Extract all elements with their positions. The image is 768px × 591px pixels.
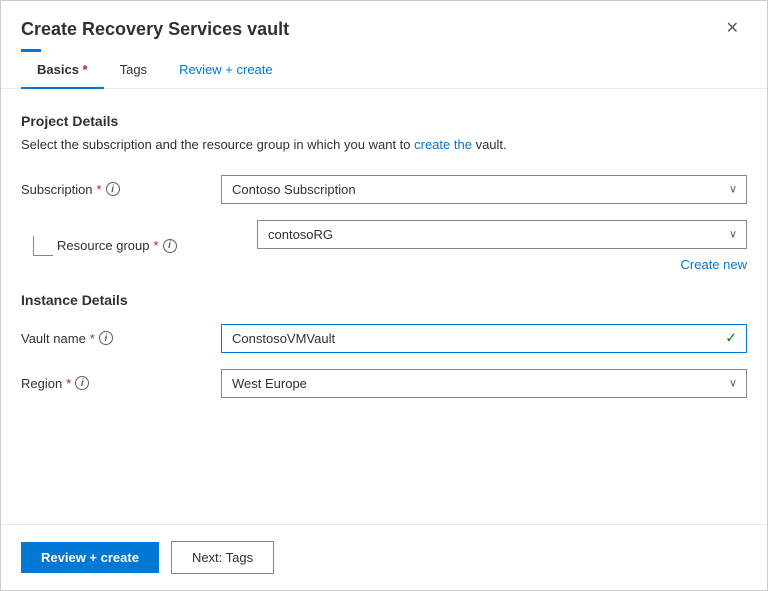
next-tags-button[interactable]: Next: Tags	[171, 541, 274, 574]
dialog-header: Create Recovery Services vault ✕	[1, 1, 767, 49]
rg-required: *	[154, 238, 159, 253]
tab-tags[interactable]: Tags	[104, 52, 163, 89]
close-icon: ✕	[726, 20, 739, 37]
resource-group-select-wrapper: contosoRG ∨	[257, 220, 747, 249]
close-button[interactable]: ✕	[718, 17, 747, 41]
subscription-info-icon[interactable]: i	[106, 182, 120, 196]
subscription-label: Subscription * i	[21, 182, 221, 197]
region-required: *	[66, 376, 71, 391]
subscription-control: Contoso Subscription ∨	[221, 175, 747, 204]
vault-required: *	[90, 331, 95, 346]
subscription-select-wrapper: Contoso Subscription ∨	[221, 175, 747, 204]
vault-name-control: ✓	[221, 324, 747, 353]
subscription-required: *	[97, 182, 102, 197]
dialog-title: Create Recovery Services vault	[21, 19, 289, 40]
create-dialog: Create Recovery Services vault ✕ Basics …	[0, 0, 768, 591]
tab-basics[interactable]: Basics *	[21, 52, 104, 89]
form-content: Project Details Select the subscription …	[1, 89, 767, 524]
highlight-text: create the	[414, 137, 472, 152]
dialog-footer: Review + create Next: Tags	[1, 524, 767, 590]
region-control: West Europe ∨	[221, 369, 747, 398]
vault-name-label: Vault name * i	[21, 331, 221, 346]
resource-group-indent: Resource group * i	[21, 236, 257, 256]
tab-review-label: Review + create	[179, 62, 273, 77]
subscription-select[interactable]: Contoso Subscription	[221, 175, 747, 204]
tab-review-create[interactable]: Review + create	[163, 52, 289, 89]
resource-group-row: Resource group * i contosoRG ∨ Create ne…	[21, 220, 747, 272]
tab-tags-label: Tags	[120, 62, 147, 77]
vault-name-row: Vault name * i ✓	[21, 324, 747, 353]
vault-name-check-icon: ✓	[725, 330, 737, 347]
resource-group-label: Resource group * i	[57, 238, 257, 253]
rg-info-icon[interactable]: i	[163, 239, 177, 253]
region-info-icon[interactable]: i	[75, 376, 89, 390]
vault-name-input-wrapper: ✓	[221, 324, 747, 353]
tab-basics-label: Basics	[37, 62, 79, 77]
project-details-heading: Project Details	[21, 113, 747, 129]
resource-group-control: contosoRG ∨ Create new	[257, 220, 747, 272]
instance-details-heading: Instance Details	[21, 292, 747, 308]
region-label: Region * i	[21, 376, 221, 391]
basics-required-star: *	[79, 62, 88, 77]
tab-bar: Basics * Tags Review + create	[1, 52, 767, 89]
review-create-button[interactable]: Review + create	[21, 542, 159, 573]
region-select[interactable]: West Europe	[221, 369, 747, 398]
resource-group-select[interactable]: contosoRG	[257, 220, 747, 249]
rg-connector-line	[33, 236, 53, 256]
region-row: Region * i West Europe ∨	[21, 369, 747, 398]
vault-info-icon[interactable]: i	[99, 331, 113, 345]
region-select-wrapper: West Europe ∨	[221, 369, 747, 398]
vault-name-input[interactable]	[221, 324, 747, 353]
instance-divider: Instance Details	[21, 292, 747, 308]
create-new-link[interactable]: Create new	[681, 257, 747, 272]
project-details-description: Select the subscription and the resource…	[21, 135, 747, 155]
subscription-row: Subscription * i Contoso Subscription ∨	[21, 175, 747, 204]
